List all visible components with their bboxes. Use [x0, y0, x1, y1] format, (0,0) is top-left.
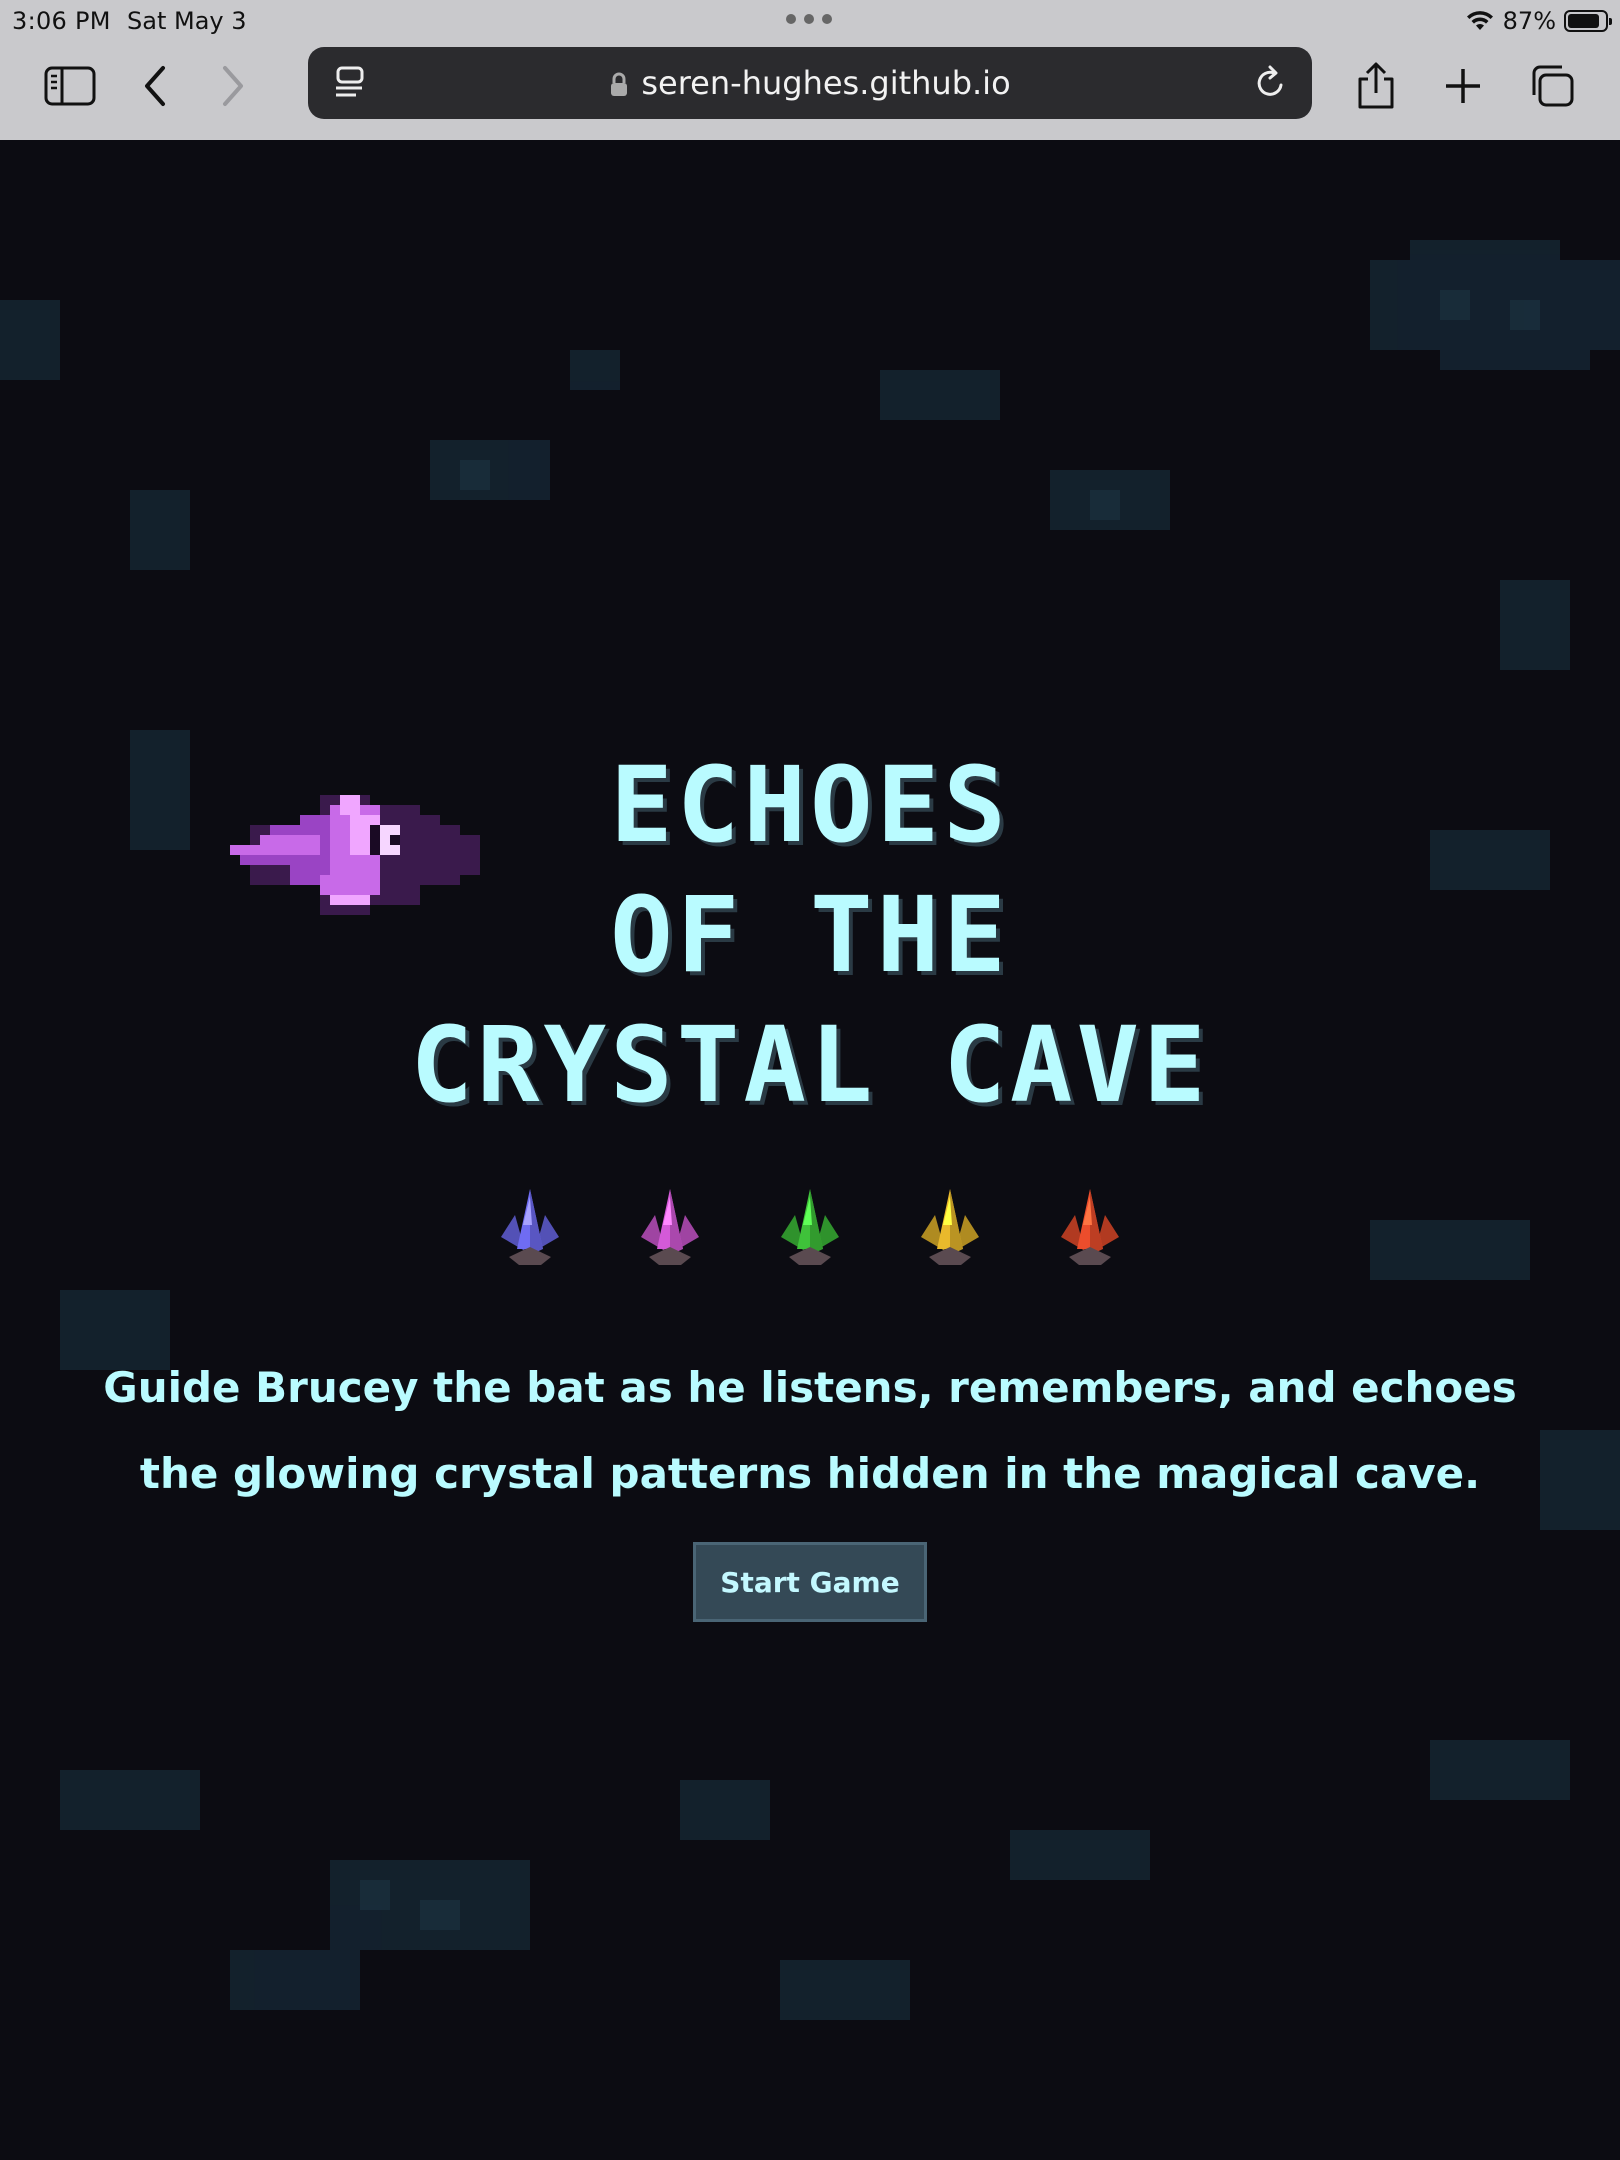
- blue-crystal-icon: [501, 1189, 559, 1265]
- new-tab-button[interactable]: [1435, 58, 1491, 114]
- tabs-icon: [1532, 65, 1574, 107]
- battery-level: [1568, 14, 1600, 28]
- start-game-button[interactable]: Start Game: [693, 1542, 927, 1622]
- url-display[interactable]: seren-hughes.github.io: [308, 47, 1312, 119]
- status-time: 3:06 PM: [12, 7, 111, 35]
- back-icon: [145, 66, 165, 106]
- new-tab-icon: [1446, 69, 1480, 103]
- address-bar[interactable]: seren-hughes.github.io: [308, 47, 1312, 119]
- description-line-1: Guide Brucey the bat as he listens, reme…: [103, 1363, 1517, 1412]
- game-title: ECHOES OF THE CRYSTAL CAVE: [0, 740, 1620, 1130]
- green-crystal-icon: [781, 1189, 839, 1265]
- url-text: seren-hughes.github.io: [641, 64, 1011, 102]
- share-icon: [1358, 62, 1394, 109]
- yellow-crystal-icon: [921, 1189, 979, 1265]
- browser-chrome: 3:06 PM Sat May 3 87% seren-hughes.githu…: [0, 0, 1620, 140]
- red-crystal-icon: [1061, 1189, 1119, 1265]
- crystal-row: [495, 1185, 1125, 1275]
- reload-icon[interactable]: [1250, 63, 1290, 103]
- status-date: Sat May 3: [127, 7, 247, 35]
- wifi-icon: [1466, 11, 1493, 30]
- game-description: Guide Brucey the bat as he listens, reme…: [0, 1345, 1620, 1517]
- back-button[interactable]: [128, 58, 184, 114]
- title-line-1: ECHOES: [610, 744, 1010, 866]
- title-line-3: CRYSTAL CAVE: [410, 1004, 1210, 1126]
- sidebar-icon: [44, 66, 96, 106]
- forward-button[interactable]: [204, 58, 260, 114]
- description-line-2: the glowing crystal patterns hidden in t…: [139, 1449, 1481, 1498]
- forward-icon: [223, 66, 243, 106]
- status-right: 87%: [1465, 4, 1612, 38]
- purple-crystal-icon: [641, 1189, 699, 1265]
- sidebar-button[interactable]: [42, 58, 98, 114]
- multitasking-dots-icon[interactable]: [786, 14, 832, 24]
- lock-icon: [611, 72, 628, 96]
- game-screen: ECHOES OF THE CRYSTAL CAVE Guide Brucey …: [0, 140, 1620, 2160]
- battery-icon: [1564, 10, 1612, 32]
- cave-background: [0, 240, 1620, 2020]
- share-button[interactable]: [1348, 58, 1404, 114]
- tabs-button[interactable]: [1524, 58, 1580, 114]
- title-line-2: OF THE: [610, 874, 1010, 996]
- battery-percent: 87%: [1502, 7, 1556, 35]
